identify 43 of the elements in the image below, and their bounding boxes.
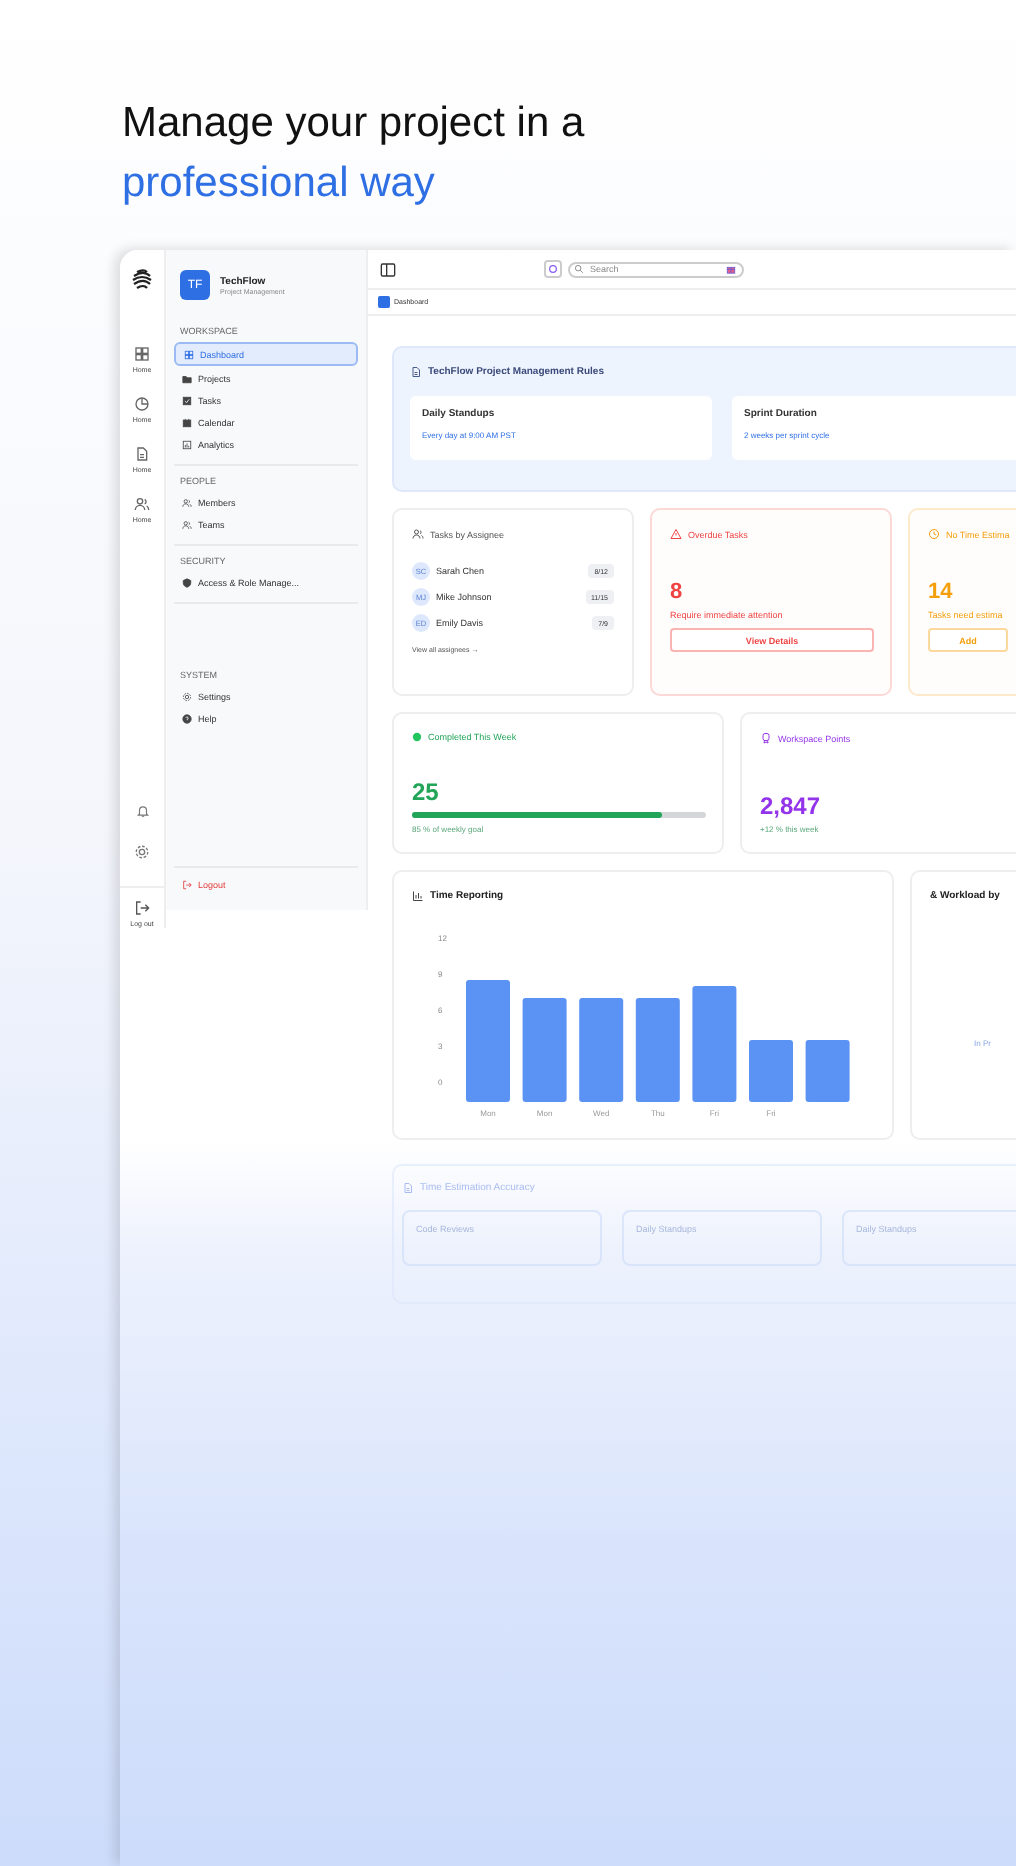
warning-icon <box>670 528 682 540</box>
bar <box>579 998 624 1102</box>
search-icon <box>574 264 584 274</box>
bar <box>692 986 737 1102</box>
headline-text: Manage your project in a <box>122 98 587 150</box>
users-icon[interactable] <box>134 496 150 512</box>
folder-icon <box>182 373 192 383</box>
sidebar-toggle-icon[interactable] <box>380 261 396 277</box>
users-icon <box>182 519 192 529</box>
pie-chart-icon[interactable] <box>134 396 150 412</box>
bar <box>466 980 510 1102</box>
bar <box>749 1040 793 1102</box>
logo-icon <box>130 268 154 292</box>
palette-button[interactable] <box>544 260 562 278</box>
bar-chart-icon <box>182 439 192 449</box>
bell-icon[interactable] <box>135 804 149 818</box>
gift-icon <box>726 264 736 274</box>
document-icon[interactable] <box>134 446 150 462</box>
users-icon <box>412 528 424 540</box>
logout-icon[interactable] <box>134 900 150 916</box>
users-icon <box>182 497 192 507</box>
stat-value: 8 <box>670 580 685 606</box>
grid-icon[interactable] <box>134 346 150 362</box>
bar <box>522 998 567 1102</box>
bar-chart-icon <box>412 890 424 902</box>
stat-value: 14 <box>928 580 955 606</box>
bar <box>805 1040 850 1102</box>
calendar-icon <box>182 417 192 427</box>
bar <box>635 998 680 1102</box>
checkbox-icon <box>182 395 192 405</box>
grid-icon <box>184 349 194 359</box>
document-icon <box>410 366 422 378</box>
document-icon <box>402 1182 414 1194</box>
settings-icon[interactable] <box>134 844 150 860</box>
clock-icon <box>928 528 940 540</box>
logout-icon <box>182 880 192 890</box>
metric-value: 25 <box>412 780 441 806</box>
shield-icon <box>182 577 192 587</box>
help-icon <box>182 713 192 723</box>
metric-value: 2,847 <box>760 794 823 820</box>
settings-icon <box>182 691 192 701</box>
award-icon <box>760 732 772 744</box>
headline-highlight: professional way <box>122 158 437 210</box>
